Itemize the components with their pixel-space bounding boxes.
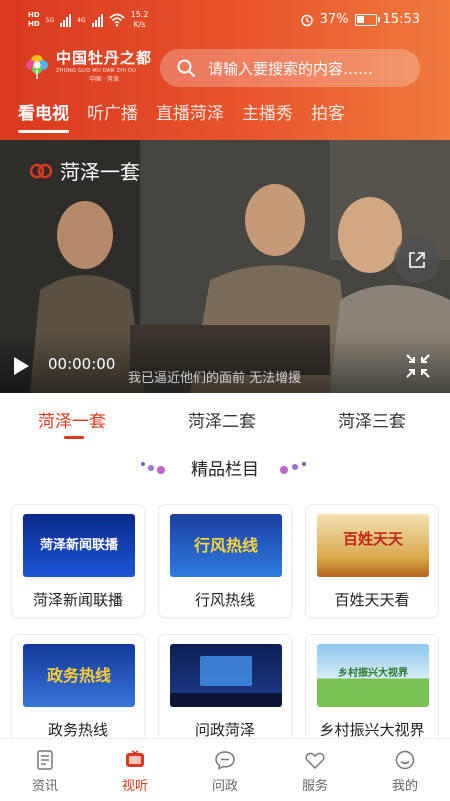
wifi-icon (109, 13, 125, 27)
nav-label: 我的 (391, 779, 418, 794)
playback-time: 00:00:00 (48, 355, 116, 373)
section-title: 精品栏目 (191, 460, 259, 480)
program-card[interactable]: 政务热线 政务热线 (12, 635, 144, 747)
tab-live-heze[interactable]: 直播菏泽 (156, 102, 224, 126)
video-player[interactable]: 菏泽一套 00:00:00 我已逼近他们的面前 无法增援 (0, 140, 450, 393)
signal-bars-icon (60, 13, 72, 27)
search-icon (177, 59, 195, 77)
signal-5g-label: 5G (45, 16, 55, 24)
program-card[interactable]: 百姓天天 百姓天天看 (306, 505, 438, 617)
decor-dot (302, 462, 306, 466)
channel-tab-1[interactable]: 菏泽一套 (38, 407, 106, 432)
program-title: 问政菏泽 (194, 721, 255, 739)
program-card[interactable]: 问政菏泽 (159, 635, 291, 747)
video-subtitle: 我已逼近他们的面前 无法增援 (128, 371, 302, 386)
nav-item-me[interactable]: 我的 (360, 739, 450, 801)
tv-icon (126, 750, 144, 767)
program-title: 政务热线 (47, 721, 108, 739)
nav-item-media[interactable]: 视听 (90, 739, 180, 801)
chat-icon (215, 751, 235, 770)
heart-icon (305, 752, 325, 770)
share-icon (409, 252, 425, 268)
top-tabs: 看电视 听广播 直播菏泽 主播秀 拍客 (0, 102, 450, 140)
program-thumbnail: 政务热线 (23, 644, 135, 707)
network-hd-tags: HD HD (28, 11, 40, 28)
play-icon[interactable] (12, 356, 30, 376)
battery-icon (354, 13, 380, 26)
tab-radio[interactable]: 听广播 (87, 102, 138, 126)
signal-4g-label: 4G (77, 16, 86, 24)
clock: 15:53 (382, 12, 420, 27)
logo-subtitle: 中国 · 菏泽 (89, 76, 119, 83)
peony-logo-icon (26, 55, 48, 79)
search-input[interactable]: 请输入要搜索的内容…… (160, 49, 420, 87)
program-thumbnail: 行风热线 (170, 514, 282, 577)
program-title: 菏泽新闻联播 (32, 591, 123, 609)
channel-name: 菏泽一套 (60, 160, 140, 184)
program-thumbnail (170, 644, 282, 707)
nav-item-inquiry[interactable]: 问政 (180, 739, 270, 801)
logo-title: 中国牡丹之都 (56, 49, 153, 67)
video-channel-title: 菏泽一套 (28, 156, 140, 185)
nav-label: 服务 (301, 779, 328, 794)
nav-item-news[interactable]: 资讯 (0, 739, 90, 801)
channel-tab-2[interactable]: 菏泽二套 (188, 407, 256, 432)
player-controls: 00:00:00 我已逼近他们的面前 无法增援 (0, 333, 450, 393)
battery-percent: 37% (319, 12, 349, 27)
channel-logo-icon (29, 163, 53, 178)
tab-anchor-show[interactable]: 主播秀 (242, 102, 293, 126)
fullscreen-icon[interactable] (404, 352, 432, 380)
nav-label: 视听 (121, 779, 148, 794)
program-thumbnail: 乡村振兴大视界 (317, 644, 429, 707)
nav-label: 资讯 (31, 779, 58, 794)
channel-tabs: 菏泽一套 菏泽二套 菏泽三套 (0, 393, 450, 453)
nav-item-service[interactable]: 服务 (270, 739, 360, 801)
channel-tab-indicator (64, 436, 84, 439)
app-logo[interactable]: 中国牡丹之都 ZHONG GUO MU DAN ZHI DU 中国 · 菏泽 (22, 47, 152, 83)
alarm-icon (300, 14, 313, 26)
app-header: HD HD 5G 4G 15.2 K/s 37% 15:53 中国牡丹之都 ZH… (0, 0, 450, 140)
decor-dot (280, 466, 288, 474)
featured-section-header: 精品栏目 (0, 453, 450, 483)
program-card[interactable]: 乡村振兴大视界 乡村振兴大视界 (306, 635, 438, 747)
search-placeholder: 请输入要搜索的内容…… (208, 59, 374, 78)
network-speed: 15.2 K/s (130, 10, 149, 29)
program-title: 行风热线 (194, 591, 255, 609)
program-thumbnail: 菏泽新闻联播 (23, 514, 135, 577)
program-title: 百姓天天看 (334, 591, 410, 609)
status-bar: HD HD 5G 4G 15.2 K/s 37% 15:53 (0, 0, 450, 40)
program-title: 乡村振兴大视界 (319, 721, 425, 739)
tab-reporter[interactable]: 拍客 (311, 102, 345, 126)
program-card[interactable]: 行风热线 行风热线 (159, 505, 291, 617)
nav-label: 问政 (211, 779, 238, 794)
decor-dot (292, 464, 298, 470)
program-thumbnail: 百姓天天 (317, 514, 429, 577)
smile-icon (395, 750, 415, 770)
signal-bars-2-icon (91, 13, 103, 27)
bottom-navigation: 资讯 视听 问政 服务 我的 (0, 738, 450, 801)
news-icon (37, 750, 53, 770)
channel-tab-3[interactable]: 菏泽三套 (338, 407, 406, 432)
program-card[interactable]: 菏泽新闻联播 菏泽新闻联播 (12, 505, 144, 617)
share-button[interactable] (394, 237, 440, 283)
tab-watch-tv[interactable]: 看电视 (18, 102, 69, 133)
